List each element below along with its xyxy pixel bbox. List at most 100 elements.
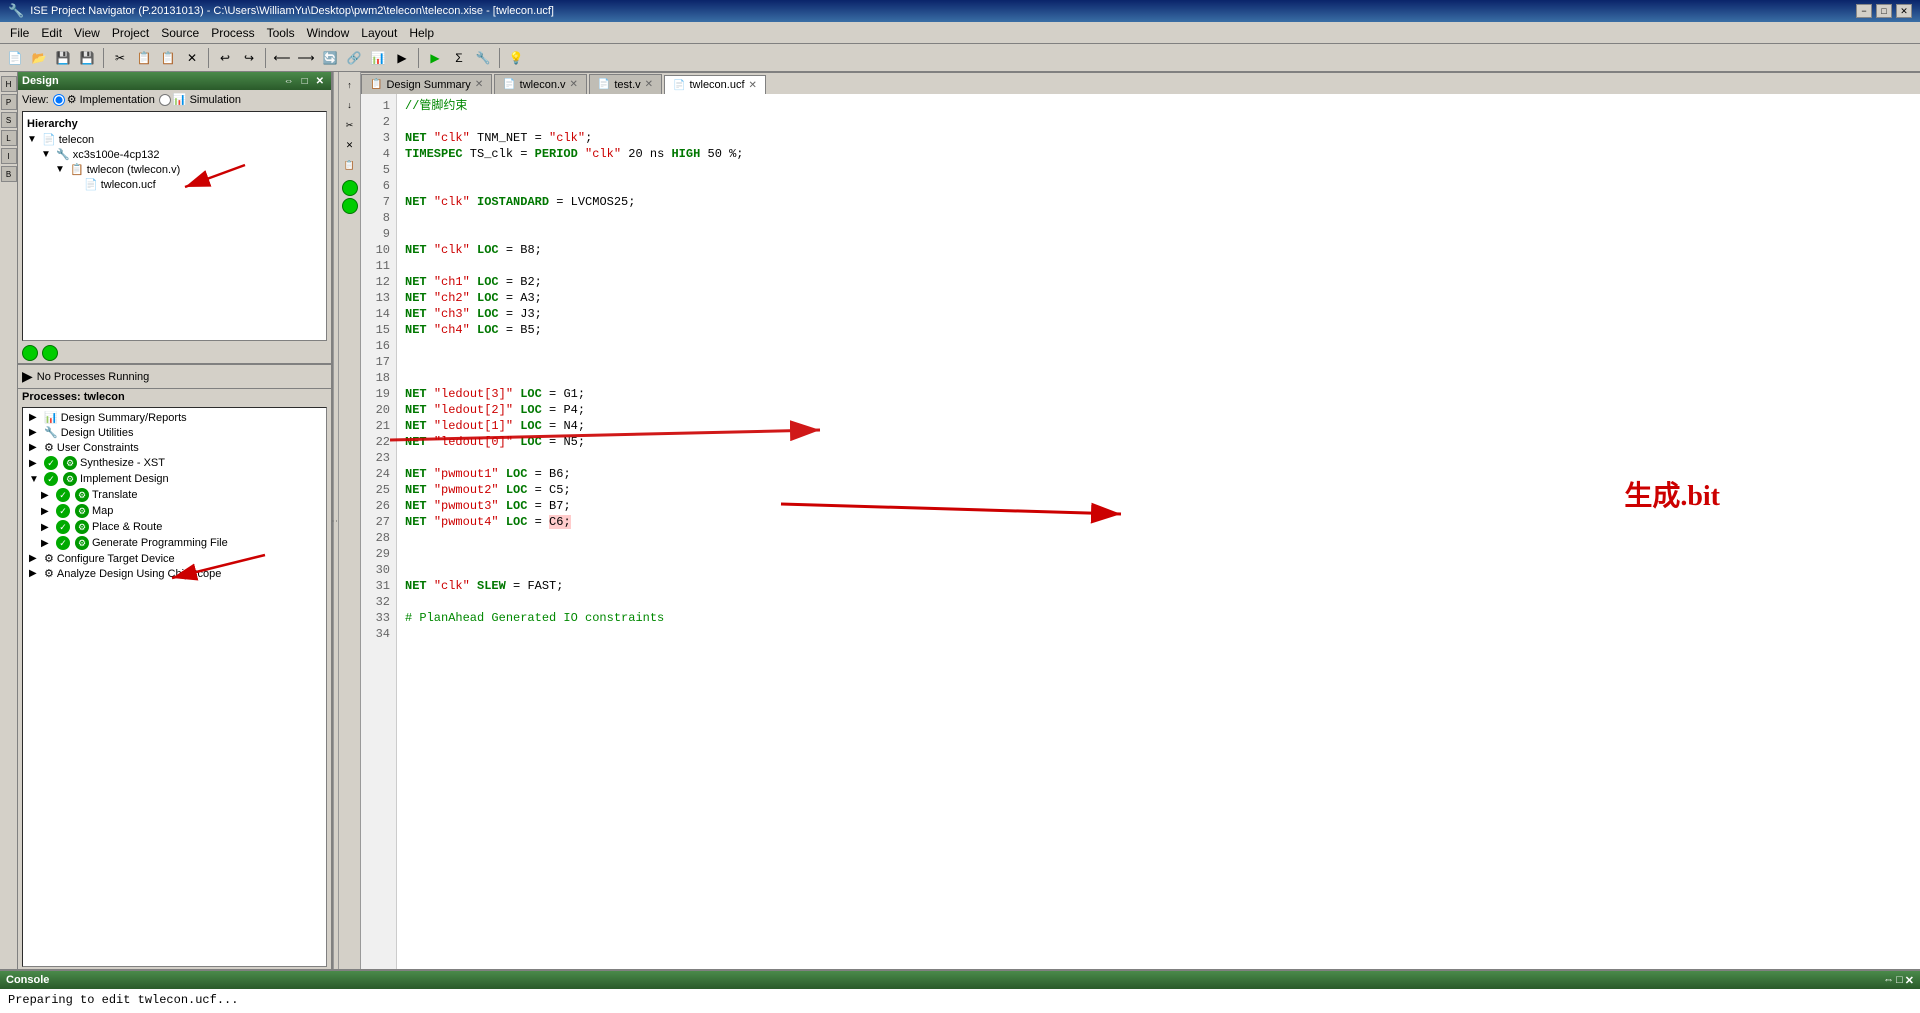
tb-delete[interactable]: ✕ xyxy=(181,47,203,69)
implementation-radio[interactable] xyxy=(53,94,65,106)
green-circle-1[interactable] xyxy=(22,345,38,361)
proc-map[interactable]: ▶ ✓ ⚙ Map xyxy=(27,503,322,519)
console-float-btn[interactable]: ⇔ xyxy=(1883,974,1894,987)
tb-cut[interactable]: ✂ xyxy=(109,47,131,69)
tb-run3[interactable]: 🔧 xyxy=(472,47,494,69)
menu-view[interactable]: View xyxy=(68,24,106,42)
tab-test-v[interactable]: 📄 test.v ✕ xyxy=(589,74,662,94)
menu-help[interactable]: Help xyxy=(403,24,440,42)
menu-file[interactable]: File xyxy=(4,24,35,42)
proc-expander-synthesize[interactable]: ▶ xyxy=(29,458,41,469)
editor-side-btn-5[interactable]: 📋 xyxy=(341,156,359,174)
proc-expander-chipscope[interactable]: ▶ xyxy=(29,568,41,579)
tree-item-telecon[interactable]: ▼ 📄 telecon xyxy=(27,132,322,147)
design-close-btn[interactable]: ✕ xyxy=(313,76,327,87)
proc-synthesize[interactable]: ▶ ✓ ⚙ Synthesize - XST xyxy=(27,455,322,471)
tab-twlecon-v[interactable]: 📄 twlecon.v ✕ xyxy=(494,74,587,94)
tb-run2[interactable]: Σ xyxy=(448,47,470,69)
tab-close-test-v[interactable]: ✕ xyxy=(645,79,653,90)
console-min-btn[interactable]: □ xyxy=(1896,974,1903,987)
proc-design-utilities[interactable]: ▶ 🔧 Design Utilities xyxy=(27,425,322,440)
proc-generate-programming[interactable]: ▶ ✓ ⚙ Generate Programming File xyxy=(27,535,322,551)
ln-7: 7 xyxy=(363,194,394,210)
tb-new[interactable]: 📄 xyxy=(4,47,26,69)
proc-expander-implement[interactable]: ▼ xyxy=(29,474,41,485)
side-icon-6[interactable]: B xyxy=(1,166,17,182)
proc-place-route[interactable]: ▶ ✓ ⚙ Place & Route xyxy=(27,519,322,535)
tab-design-summary[interactable]: 📋 Design Summary ✕ xyxy=(361,74,492,94)
processes-run-icon[interactable]: ▶ xyxy=(22,368,33,385)
tb-open[interactable]: 📂 xyxy=(28,47,50,69)
tb-copy[interactable]: 📋 xyxy=(133,47,155,69)
proc-translate[interactable]: ▶ ✓ ⚙ Translate xyxy=(27,487,322,503)
menu-window[interactable]: Window xyxy=(301,24,356,42)
tb-undo[interactable]: ↩ xyxy=(214,47,236,69)
proc-expander-map[interactable]: ▶ xyxy=(41,506,53,517)
proc-expander-translate[interactable]: ▶ xyxy=(41,490,53,501)
code-line-19: NET "ledout[3]" LOC = G1; xyxy=(405,386,1912,402)
proc-design-summary[interactable]: ▶ 📊 Design Summary/Reports xyxy=(27,410,322,425)
simulation-radio-label[interactable]: 📊 Simulation xyxy=(159,93,241,106)
tree-item-xc3s100e[interactable]: ▼ 🔧 xc3s100e-4cp132 xyxy=(27,147,322,162)
side-icon-2[interactable]: P xyxy=(1,94,17,110)
tb-btn5[interactable]: 📊 xyxy=(367,47,389,69)
menu-tools[interactable]: Tools xyxy=(261,24,301,42)
menu-edit[interactable]: Edit xyxy=(35,24,68,42)
menu-layout[interactable]: Layout xyxy=(355,24,403,42)
tb-btn2[interactable]: ⟶ xyxy=(295,47,317,69)
editor-side-btn-2[interactable]: ↓ xyxy=(341,96,359,114)
proc-configure-target[interactable]: ▶ ⚙ Configure Target Device xyxy=(27,551,322,566)
tb-btn1[interactable]: ⟵ xyxy=(271,47,293,69)
editor-side-btn-3[interactable]: ✂ xyxy=(341,116,359,134)
tb-btn6[interactable]: ▶ xyxy=(391,47,413,69)
tab-close-twlecon-ucf[interactable]: ✕ xyxy=(749,80,757,91)
design-float-btn[interactable]: ⇔ xyxy=(281,76,297,87)
tree-item-twlecon-ucf[interactable]: 📄 twlecon.ucf xyxy=(27,177,322,192)
proc-expander-generate[interactable]: ▶ xyxy=(41,538,53,549)
tb-btn3[interactable]: 🔄 xyxy=(319,47,341,69)
editor-green-circle-2[interactable] xyxy=(342,198,358,214)
green-circle-2[interactable] xyxy=(42,345,58,361)
tb-save[interactable]: 💾 xyxy=(52,47,74,69)
menu-source[interactable]: Source xyxy=(155,24,205,42)
side-icon-5[interactable]: I xyxy=(1,148,17,164)
tree-expander-xc3s100e[interactable]: ▼ xyxy=(41,149,53,160)
editor-green-circle[interactable] xyxy=(342,180,358,196)
ln-6: 6 xyxy=(363,178,394,194)
minimize-button[interactable]: − xyxy=(1856,4,1872,18)
menu-project[interactable]: Project xyxy=(106,24,155,42)
implementation-radio-label[interactable]: ⚙ Implementation xyxy=(53,93,155,106)
side-icon-3[interactable]: S xyxy=(1,112,17,128)
tree-expander-twlecon[interactable]: ▼ xyxy=(55,164,67,175)
proc-analyze-chipscope[interactable]: ▶ ⚙ Analyze Design Using ChipScope xyxy=(27,566,322,581)
editor-side-btn-1[interactable]: ↑ xyxy=(341,76,359,94)
console-close-btn[interactable]: ✕ xyxy=(1905,974,1914,987)
tree-item-twlecon[interactable]: ▼ 📋 twlecon (twlecon.v) xyxy=(27,162,322,177)
tb-run[interactable]: ▶ xyxy=(424,47,446,69)
proc-user-constraints[interactable]: ▶ ⚙ User Constraints xyxy=(27,440,322,455)
tab-twlecon-ucf[interactable]: 📄 twlecon.ucf ✕ xyxy=(664,75,766,94)
editor-side-btn-4[interactable]: ✕ xyxy=(341,136,359,154)
tb-help[interactable]: 💡 xyxy=(505,47,527,69)
proc-expander-place-route[interactable]: ▶ xyxy=(41,522,53,533)
close-button[interactable]: ✕ xyxy=(1896,4,1912,18)
proc-expander-summary[interactable]: ▶ xyxy=(29,412,41,423)
maximize-button[interactable]: □ xyxy=(1876,4,1892,18)
proc-implement-design[interactable]: ▼ ✓ ⚙ Implement Design xyxy=(27,471,322,487)
tb-redo[interactable]: ↪ xyxy=(238,47,260,69)
simulation-radio[interactable] xyxy=(159,94,171,106)
tab-close-twlecon-v[interactable]: ✕ xyxy=(570,79,578,90)
menu-process[interactable]: Process xyxy=(205,24,260,42)
proc-expander-constraints[interactable]: ▶ xyxy=(29,442,41,453)
side-icon-1[interactable]: H xyxy=(1,76,17,92)
code-view[interactable]: //管脚约束 NET "clk" TNM_NET = "clk"; TIMESP… xyxy=(397,94,1920,969)
tab-close-design-summary[interactable]: ✕ xyxy=(475,79,483,90)
design-min-btn[interactable]: □ xyxy=(299,76,311,87)
tb-btn4[interactable]: 🔗 xyxy=(343,47,365,69)
tb-paste[interactable]: 📋 xyxy=(157,47,179,69)
tree-expander-telecon[interactable]: ▼ xyxy=(27,134,39,145)
proc-expander-utilities[interactable]: ▶ xyxy=(29,427,41,438)
tb-save-all[interactable]: 💾 xyxy=(76,47,98,69)
side-icon-4[interactable]: L xyxy=(1,130,17,146)
proc-expander-configure[interactable]: ▶ xyxy=(29,553,41,564)
